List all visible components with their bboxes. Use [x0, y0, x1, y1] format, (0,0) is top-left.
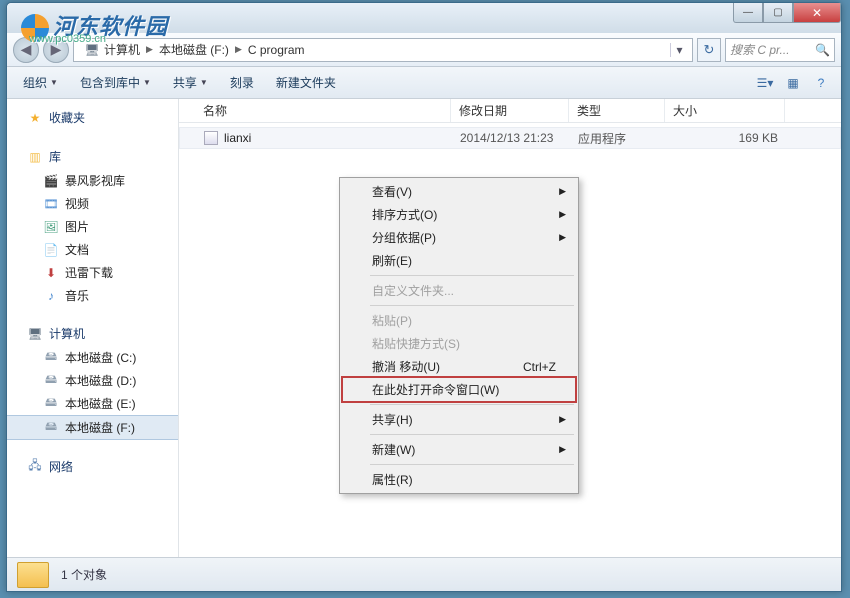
object-count: 1 个对象	[61, 566, 107, 583]
include-library-menu[interactable]: 包含到库中▼	[72, 71, 159, 94]
sidebar-drive-d[interactable]: 🖴本地磁盘 (D:)	[7, 369, 178, 392]
chevron-right-icon: ▶	[559, 232, 566, 243]
burn-button[interactable]: 刻录	[222, 71, 262, 94]
titlebar[interactable]: — ▢ ✕	[7, 3, 841, 33]
forward-button[interactable]: ▶	[43, 37, 69, 63]
breadcrumb-computer[interactable]: 🖥计算机	[78, 41, 146, 58]
ctx-undo[interactable]: 撤消 移动(U)Ctrl+Z	[342, 355, 576, 378]
sidebar-favorites[interactable]: ★收藏夹	[7, 105, 178, 130]
ctx-properties[interactable]: 属性(R)	[342, 468, 576, 491]
ctx-new[interactable]: 新建(W)▶	[342, 438, 576, 461]
file-size: 169 KB	[666, 131, 786, 145]
download-icon: ⬇	[43, 265, 59, 281]
status-bar: 1 个对象	[7, 557, 841, 591]
picture-icon: 🖼	[43, 219, 59, 235]
separator	[370, 434, 574, 435]
help-button[interactable]: ?	[809, 72, 833, 94]
separator	[370, 305, 574, 306]
col-name[interactable]: 名称	[195, 99, 451, 122]
ctx-paste-shortcut: 粘贴快捷方式(S)	[342, 332, 576, 355]
chevron-right-icon: ▶	[559, 444, 566, 455]
breadcrumb-drive[interactable]: 本地磁盘 (F:)	[153, 41, 235, 58]
sidebar-drive-c[interactable]: 🖴本地磁盘 (C:)	[7, 346, 178, 369]
drive-icon: 🖴	[43, 350, 59, 366]
minimize-button[interactable]: —	[733, 3, 763, 23]
ctx-refresh[interactable]: 刷新(E)	[342, 249, 576, 272]
network-icon: 🖧	[27, 459, 43, 475]
refresh-button[interactable]: ↻	[697, 38, 721, 62]
sidebar-item-documents[interactable]: 📄文档	[7, 238, 178, 261]
sidebar-item-music[interactable]: ♪音乐	[7, 284, 178, 307]
ctx-sort[interactable]: 排序方式(O)▶	[342, 203, 576, 226]
col-size[interactable]: 大小	[665, 99, 785, 122]
sidebar-item-videos[interactable]: 🎞视频	[7, 192, 178, 215]
ctx-open-cmd-here[interactable]: 在此处打开命令窗口(W)	[342, 378, 576, 401]
sidebar-item-storm[interactable]: 🎬暴风影视库	[7, 169, 178, 192]
ctx-view[interactable]: 查看(V)▶	[342, 180, 576, 203]
drive-icon: 🖴	[43, 373, 59, 389]
file-name: lianxi	[224, 131, 251, 145]
separator	[370, 404, 574, 405]
video-icon: 🎬	[43, 173, 59, 189]
shortcut-label: Ctrl+Z	[523, 360, 556, 374]
search-icon[interactable]: 🔍	[815, 43, 830, 57]
col-type[interactable]: 类型	[569, 99, 665, 122]
chevron-right-icon: ▶	[559, 209, 566, 220]
sidebar-network[interactable]: 🖧网络	[7, 454, 178, 479]
drive-icon: 🖴	[43, 396, 59, 412]
computer-icon: 🖥	[27, 326, 43, 342]
share-menu[interactable]: 共享▼	[165, 71, 216, 94]
ctx-customize: 自定义文件夹...	[342, 279, 576, 302]
breadcrumb-dropdown[interactable]: ▾	[670, 43, 688, 57]
sidebar-drive-e[interactable]: 🖴本地磁盘 (E:)	[7, 392, 178, 415]
chevron-right-icon[interactable]: ▶	[235, 44, 242, 55]
sidebar-drive-f[interactable]: 🖴本地磁盘 (F:)	[7, 415, 178, 440]
drive-icon: 🖴	[43, 420, 59, 436]
close-button[interactable]: ✕	[793, 3, 841, 23]
separator	[370, 464, 574, 465]
document-icon: 📄	[43, 242, 59, 258]
sidebar-libraries[interactable]: ▥库	[7, 144, 178, 169]
ctx-group[interactable]: 分组依据(P)▶	[342, 226, 576, 249]
sidebar: ★收藏夹 ▥库 🎬暴风影视库 🎞视频 🖼图片 📄文档 ⬇迅雷下载 ♪音乐 🖥计算…	[7, 99, 179, 557]
sidebar-item-pictures[interactable]: 🖼图片	[7, 215, 178, 238]
exe-icon	[204, 131, 218, 145]
search-placeholder: 搜索 C pr...	[730, 41, 790, 58]
col-date[interactable]: 修改日期	[451, 99, 569, 122]
star-icon: ★	[27, 110, 43, 126]
column-headers: 名称 修改日期 类型 大小	[179, 99, 841, 123]
file-row[interactable]: lianxi 2014/12/13 21:23 应用程序 169 KB	[179, 127, 841, 149]
back-button[interactable]: ◀	[13, 37, 39, 63]
preview-pane-button[interactable]: ▦	[781, 72, 805, 94]
view-options-button[interactable]: ☰▾	[753, 72, 777, 94]
chevron-right-icon[interactable]: ▶	[146, 44, 153, 55]
navbar: ◀ ▶ 🖥计算机▶ 本地磁盘 (F:)▶ C program ▾ ↻ 搜索 C …	[7, 33, 841, 67]
ctx-paste: 粘贴(P)	[342, 309, 576, 332]
breadcrumb[interactable]: 🖥计算机▶ 本地磁盘 (F:)▶ C program ▾	[73, 38, 693, 62]
chevron-right-icon: ▶	[559, 414, 566, 425]
toolbar: 组织▼ 包含到库中▼ 共享▼ 刻录 新建文件夹 ☰▾ ▦ ?	[7, 67, 841, 99]
video-icon: 🎞	[43, 196, 59, 212]
separator	[370, 275, 574, 276]
music-icon: ♪	[43, 288, 59, 304]
file-type: 应用程序	[570, 130, 666, 147]
explorer-window: 河东软件园 www.pc0359.cn — ▢ ✕ ◀ ▶ 🖥计算机▶ 本地磁盘…	[6, 2, 842, 592]
window-controls: — ▢ ✕	[733, 3, 841, 23]
new-folder-button[interactable]: 新建文件夹	[268, 71, 344, 94]
chevron-right-icon: ▶	[559, 186, 566, 197]
sidebar-computer[interactable]: 🖥计算机	[7, 321, 178, 346]
breadcrumb-folder[interactable]: C program	[242, 43, 311, 57]
folder-icon	[17, 562, 49, 588]
context-menu: 查看(V)▶ 排序方式(O)▶ 分组依据(P)▶ 刷新(E) 自定义文件夹...…	[339, 177, 579, 494]
organize-menu[interactable]: 组织▼	[15, 71, 66, 94]
file-date: 2014/12/13 21:23	[452, 131, 570, 145]
ctx-share[interactable]: 共享(H)▶	[342, 408, 576, 431]
library-icon: ▥	[27, 149, 43, 165]
sidebar-item-thunder[interactable]: ⬇迅雷下载	[7, 261, 178, 284]
search-input[interactable]: 搜索 C pr... 🔍	[725, 38, 835, 62]
maximize-button[interactable]: ▢	[763, 3, 793, 23]
computer-icon: 🖥	[84, 42, 100, 58]
